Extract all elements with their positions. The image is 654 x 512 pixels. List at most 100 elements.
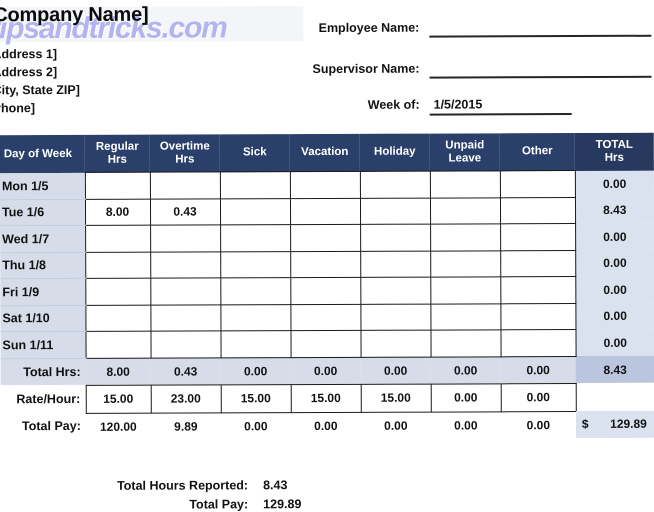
sick-hours-input[interactable] [220,304,291,331]
table-row: Sun 1/11 0.00 [0,329,654,359]
day-of-week-cell: Tue 1/6 [0,198,86,226]
rate-total-blank [575,382,654,412]
regular-hours-input[interactable] [84,172,150,199]
timesheet-document: tipsandtricks.com Company Name] Address … [0,0,654,512]
other-hours-input[interactable] [500,250,576,277]
overtime-hours-input[interactable]: 0.43 [149,198,221,226]
holiday-hours-input[interactable] [359,171,430,198]
day-of-week-cell: Wed 1/7 [0,225,86,253]
regular-hours-input[interactable]: 8.00 [84,198,151,226]
supervisor-name-input[interactable] [429,75,652,79]
rate-sick-input[interactable]: 15.00 [220,384,291,413]
column-header-overtime-hrs-line1: Overtime [159,140,210,153]
regular-hours-input[interactable] [85,331,151,358]
summary-footer: Total Hours Reported: 8.43 Total Pay: 12… [1,477,654,511]
total-hours-regular: 8.00 [85,357,151,385]
regular-hours-input[interactable] [85,278,151,305]
overtime-hours-input[interactable] [150,277,221,305]
rate-holiday-input[interactable]: 15.00 [360,383,431,412]
total-hours-other: 0.00 [500,356,576,384]
day-of-week-cell: Sat 1/10 [0,304,86,332]
vacation-hours-input[interactable] [290,303,361,331]
table-footer: Total Hrs: 8.00 0.43 0.00 0.00 0.00 0.00… [0,355,654,440]
holiday-hours-input[interactable] [360,277,431,304]
total-pay-overtime: 9.89 [150,412,221,440]
vacation-hours-input[interactable] [290,330,361,358]
unpaid-leave-hours-input[interactable] [430,223,501,251]
other-hours-input[interactable] [499,170,575,198]
supervisor-name-label: Supervisor Name: [312,61,420,77]
overtime-hours-input[interactable] [150,304,221,332]
column-header-total-hrs-line1: TOTAL [595,139,633,152]
total-hours-sick: 0.00 [220,357,291,385]
vacation-hours-input[interactable] [290,277,361,305]
vacation-hours-input[interactable] [290,250,361,278]
employee-name-input[interactable] [429,34,652,38]
total-hours-label: Total Hrs: [0,357,86,386]
overtime-hours-input[interactable] [149,171,220,199]
holiday-hours-input[interactable] [360,303,431,331]
row-total-hours: 0.00 [575,302,654,330]
column-header-regular-hrs-line2: Hrs [107,153,127,166]
overtime-hours-input[interactable] [150,224,221,252]
unpaid-leave-hours-input[interactable] [429,197,501,225]
holiday-hours-input[interactable] [359,197,431,225]
table-row: Sat 1/10 0.00 [0,302,654,332]
other-hours-input[interactable] [500,276,576,304]
overtime-hours-input[interactable] [150,251,221,279]
holiday-hours-input[interactable] [360,330,431,357]
rate-per-hour-row: Rate/Hour: 15.00 23.00 15.00 15.00 15.00… [0,382,654,414]
holiday-hours-input[interactable] [360,250,431,278]
regular-hours-input[interactable] [85,304,151,332]
vacation-hours-input[interactable] [289,171,360,199]
unpaid-leave-hours-input[interactable] [430,329,501,357]
column-header-unpaid-leave-line2: Leave [448,151,482,165]
day-of-week-cell: Mon 1/5 [0,172,85,200]
currency-symbol: $ [581,417,589,432]
column-header-holiday: Holiday [359,133,430,172]
table-row: Mon 1/5 0.00 [0,170,654,200]
holiday-hours-input[interactable] [360,224,431,251]
vacation-hours-input[interactable] [289,197,361,225]
other-hours-input[interactable] [499,197,576,224]
sick-hours-input[interactable] [219,171,290,199]
overtime-hours-input[interactable] [150,330,221,358]
company-phone-line: Phone] [0,101,36,116]
unpaid-leave-hours-input[interactable] [430,303,501,331]
regular-hours-input[interactable] [85,225,151,252]
unpaid-leave-hours-input[interactable] [430,250,501,278]
regular-hours-input[interactable] [85,251,151,279]
other-hours-input[interactable] [500,223,576,251]
sick-hours-input[interactable] [220,251,291,278]
total-hours-unpaid: 0.00 [430,356,501,384]
sick-hours-input[interactable] [219,198,291,225]
rate-vacation-input[interactable]: 15.00 [290,383,361,413]
column-header-unpaid-leave-line1: Unpaid [445,139,485,152]
sick-hours-input[interactable] [220,330,291,358]
total-pay-grand-value: 129.89 [610,417,647,432]
total-hours-reported-value: 8.43 [263,478,288,493]
column-header-vacation: Vacation [289,133,360,172]
column-header-regular-hrs: Regular Hrs [84,134,150,173]
row-total-hours: 8.43 [574,196,654,224]
rate-overtime-input[interactable]: 23.00 [150,384,221,413]
total-pay-label: Total Pay: [0,412,86,440]
sick-hours-input[interactable] [220,224,291,252]
rate-unpaid-input[interactable]: 0.00 [430,383,501,412]
total-hours-overtime: 0.43 [150,357,221,385]
other-hours-input[interactable] [500,329,576,357]
sick-hours-input[interactable] [220,277,291,305]
day-of-week-cell: Fri 1/9 [0,278,86,306]
rate-other-input[interactable]: 0.00 [500,383,576,412]
total-pay-holiday: 0.00 [360,411,431,439]
column-header-overtime-hrs: Overtime Hrs [149,134,220,173]
rate-regular-input[interactable]: 15.00 [85,384,151,413]
vacation-hours-input[interactable] [290,224,361,252]
other-hours-input[interactable] [500,303,576,330]
week-of-value: 1/5/2015 [433,97,483,112]
week-of-input[interactable] [429,113,572,116]
timesheet-table: Day of Week Regular Hrs Overtime Hrs Sic… [0,132,654,440]
unpaid-leave-hours-input[interactable] [429,170,500,198]
total-hours-grand: 8.43 [575,355,654,384]
unpaid-leave-hours-input[interactable] [430,276,501,304]
